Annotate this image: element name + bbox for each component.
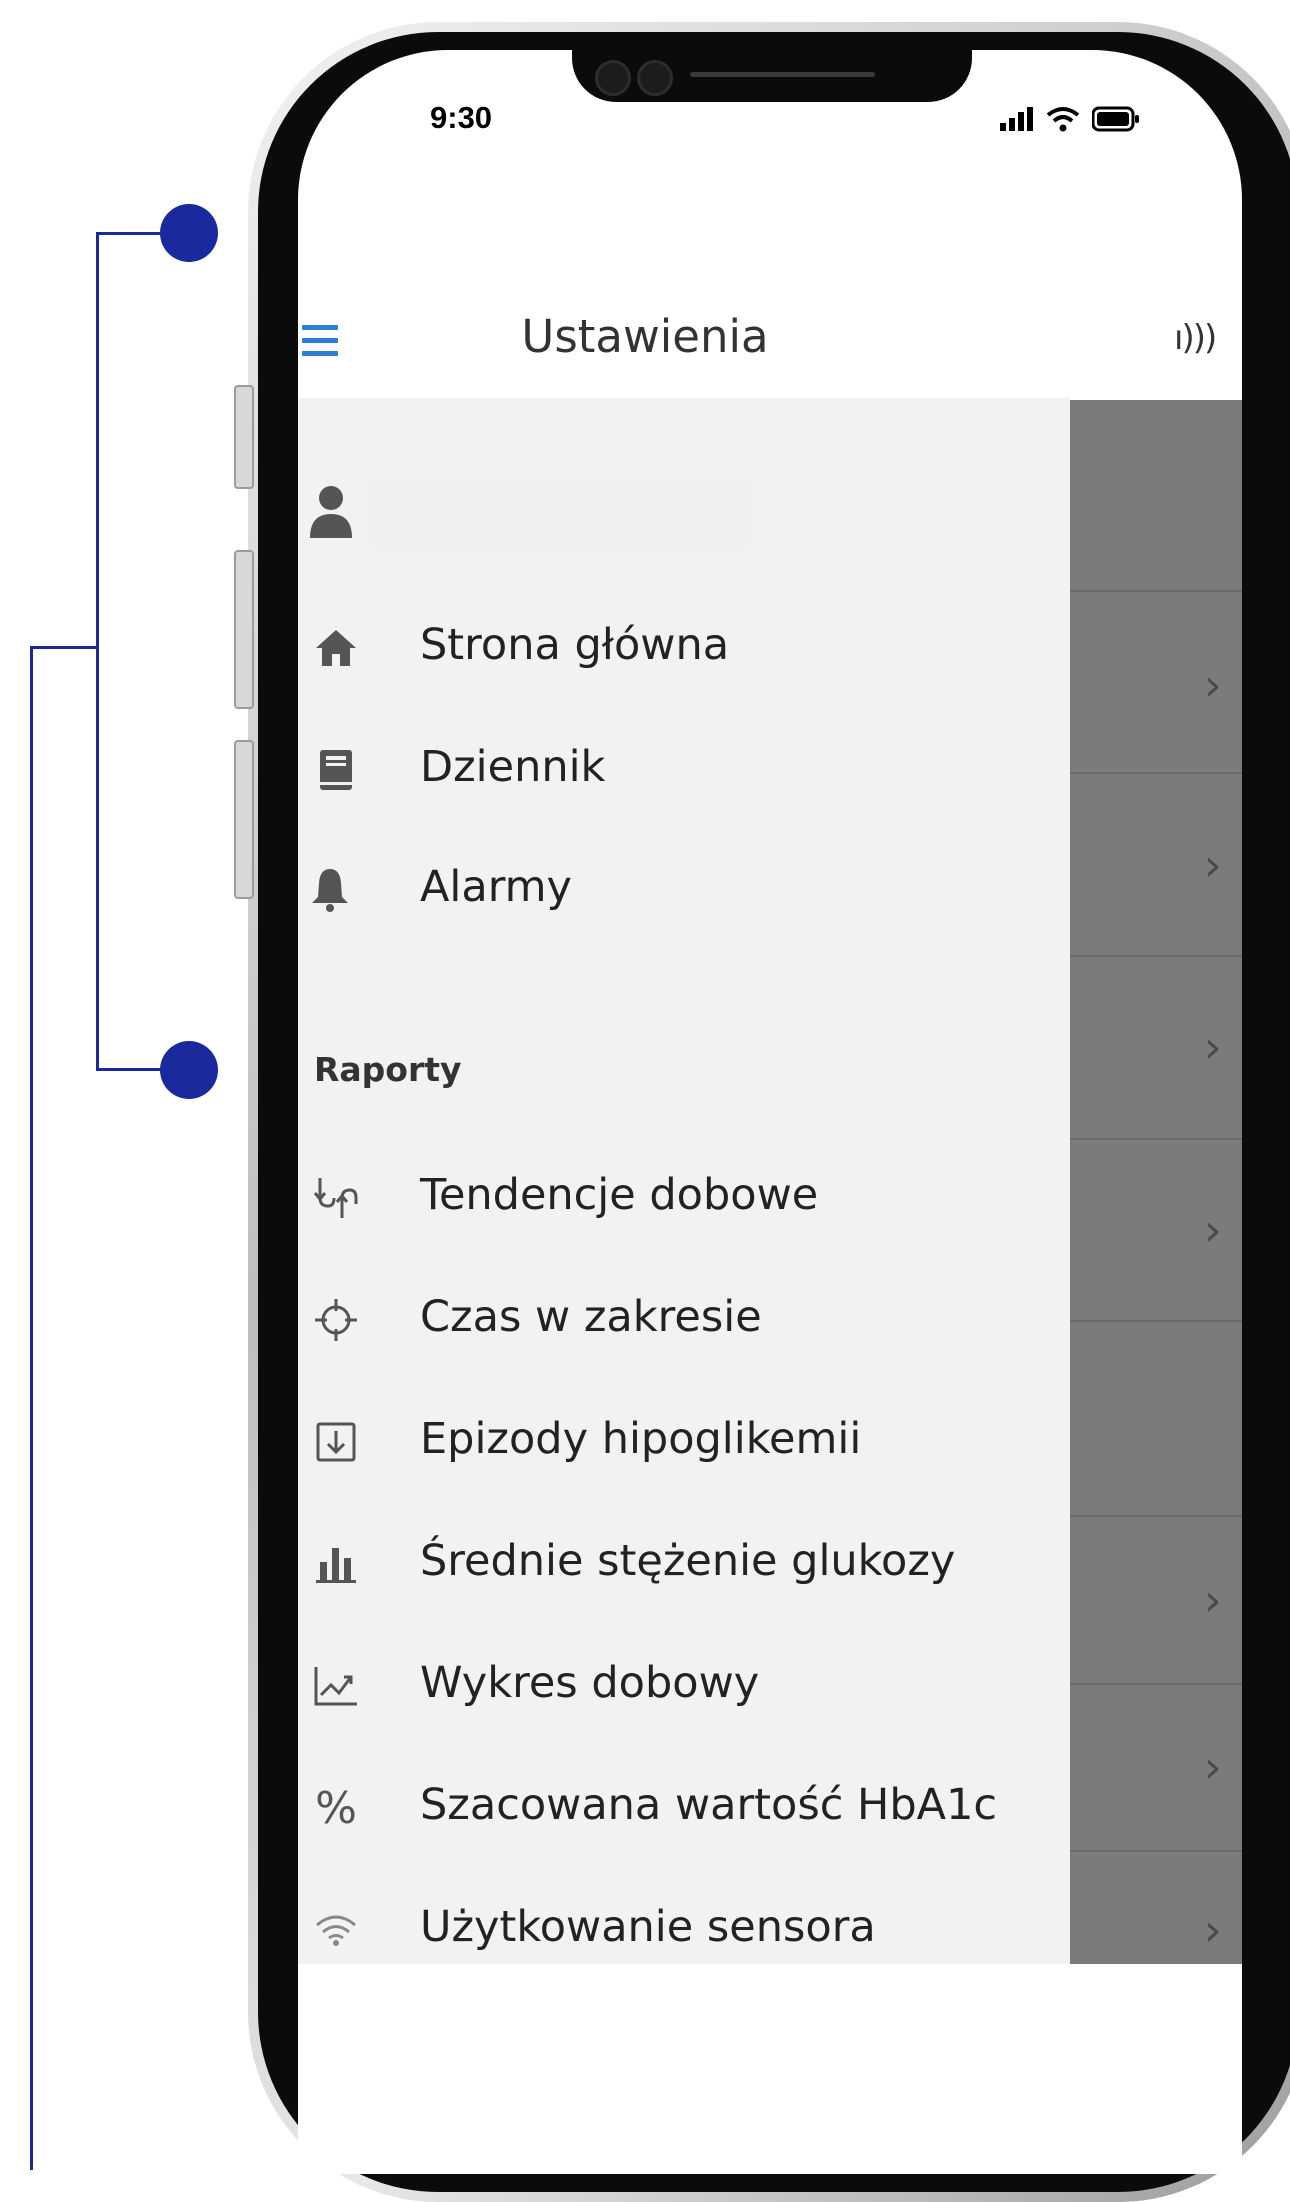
- chevron-right-icon: ›: [1204, 1205, 1222, 1256]
- divider: [1070, 1320, 1242, 1322]
- divider: [1070, 955, 1242, 957]
- bar-chart-icon: [310, 1538, 362, 1590]
- divider: [1070, 772, 1242, 774]
- user-name-field[interactable]: [370, 480, 750, 550]
- chevron-right-icon: ›: [1204, 1575, 1222, 1626]
- battery-icon: [1092, 106, 1139, 132]
- drawer-item-label: Dziennik: [420, 742, 606, 792]
- speaker-grille: [690, 72, 875, 77]
- drawer-item-home[interactable]: Strona główna: [298, 598, 1070, 698]
- drawer-item-label: Wykres dobowy: [420, 1658, 760, 1708]
- drawer-item-label: Epizody hipoglikemii: [420, 1414, 862, 1464]
- trend-icon: [310, 1172, 362, 1224]
- drawer-item-label: Strona główna: [420, 620, 730, 670]
- drawer-item-label: Średnie stężenie glukozy: [420, 1536, 956, 1586]
- book-icon: [310, 744, 362, 796]
- signal-icon: [1000, 107, 1033, 131]
- chevron-right-icon: ›: [1204, 660, 1222, 711]
- down-box-icon: [310, 1416, 362, 1468]
- drawer-item-hba1c[interactable]: % Szacowana wartość HbA1c: [298, 1758, 1070, 1858]
- status-icons: [1000, 104, 1140, 134]
- wifi-status-icon: [1046, 107, 1080, 132]
- drawer-item-alarms[interactable]: Alarmy: [298, 840, 1070, 940]
- divider: [1070, 1138, 1242, 1140]
- chevron-right-icon: ›: [1204, 1905, 1222, 1956]
- callout-dot-top: [160, 204, 218, 262]
- drawer-item-time-in-range[interactable]: Czas w zakresie: [298, 1270, 1070, 1370]
- wifi-icon: [310, 1904, 362, 1956]
- callout-dot-bottom: [160, 1041, 218, 1099]
- line-chart-icon: [310, 1660, 362, 1712]
- divider: [1070, 1850, 1242, 1852]
- status-time: 9:30: [430, 100, 493, 135]
- divider: [1070, 590, 1242, 592]
- user-icon[interactable]: [306, 482, 356, 552]
- drawer-item-avg-glucose[interactable]: Średnie stężenie glukozy: [298, 1514, 1070, 1614]
- chevron-right-icon: ›: [1204, 1022, 1222, 1073]
- settings-list-underlay[interactable]: [1070, 398, 1242, 1964]
- target-icon: [310, 1294, 362, 1346]
- drawer-item-label: Tendencje dobowe: [420, 1170, 819, 1220]
- camera-lens: [637, 60, 673, 96]
- drawer-item-daily-patterns[interactable]: Tendencje dobowe: [298, 1148, 1070, 1248]
- drawer-item-hypo-events[interactable]: Epizody hipoglikemii: [298, 1392, 1070, 1492]
- nfc-icon[interactable]: ı))): [1174, 318, 1217, 358]
- divider: [1070, 1515, 1242, 1517]
- camera-lens: [595, 60, 631, 96]
- drawer-item-label: Szacowana wartość HbA1c: [420, 1780, 998, 1830]
- volume-down-button: [234, 740, 254, 899]
- page-title: Ustawienia: [521, 310, 769, 363]
- drawer-item-label: Użytkowanie sensora: [420, 1902, 876, 1952]
- chevron-right-icon: ›: [1204, 1742, 1222, 1793]
- side-button: [234, 385, 254, 489]
- percent-icon: %: [315, 1782, 357, 1834]
- bell-icon: [304, 864, 356, 916]
- drawer-item-label: Alarmy: [420, 862, 572, 912]
- divider: [1070, 1683, 1242, 1685]
- chevron-right-icon: ›: [1204, 840, 1222, 891]
- home-icon: [310, 622, 362, 674]
- screen-bottom-area: [298, 1964, 1242, 2174]
- section-title-reports: Raporty: [314, 1050, 462, 1089]
- drawer-item-daily-graph[interactable]: Wykres dobowy: [298, 1636, 1070, 1736]
- drawer-item-logbook[interactable]: Dziennik: [298, 720, 1070, 820]
- volume-up-button: [234, 550, 254, 709]
- drawer-item-label: Czas w zakresie: [420, 1292, 762, 1342]
